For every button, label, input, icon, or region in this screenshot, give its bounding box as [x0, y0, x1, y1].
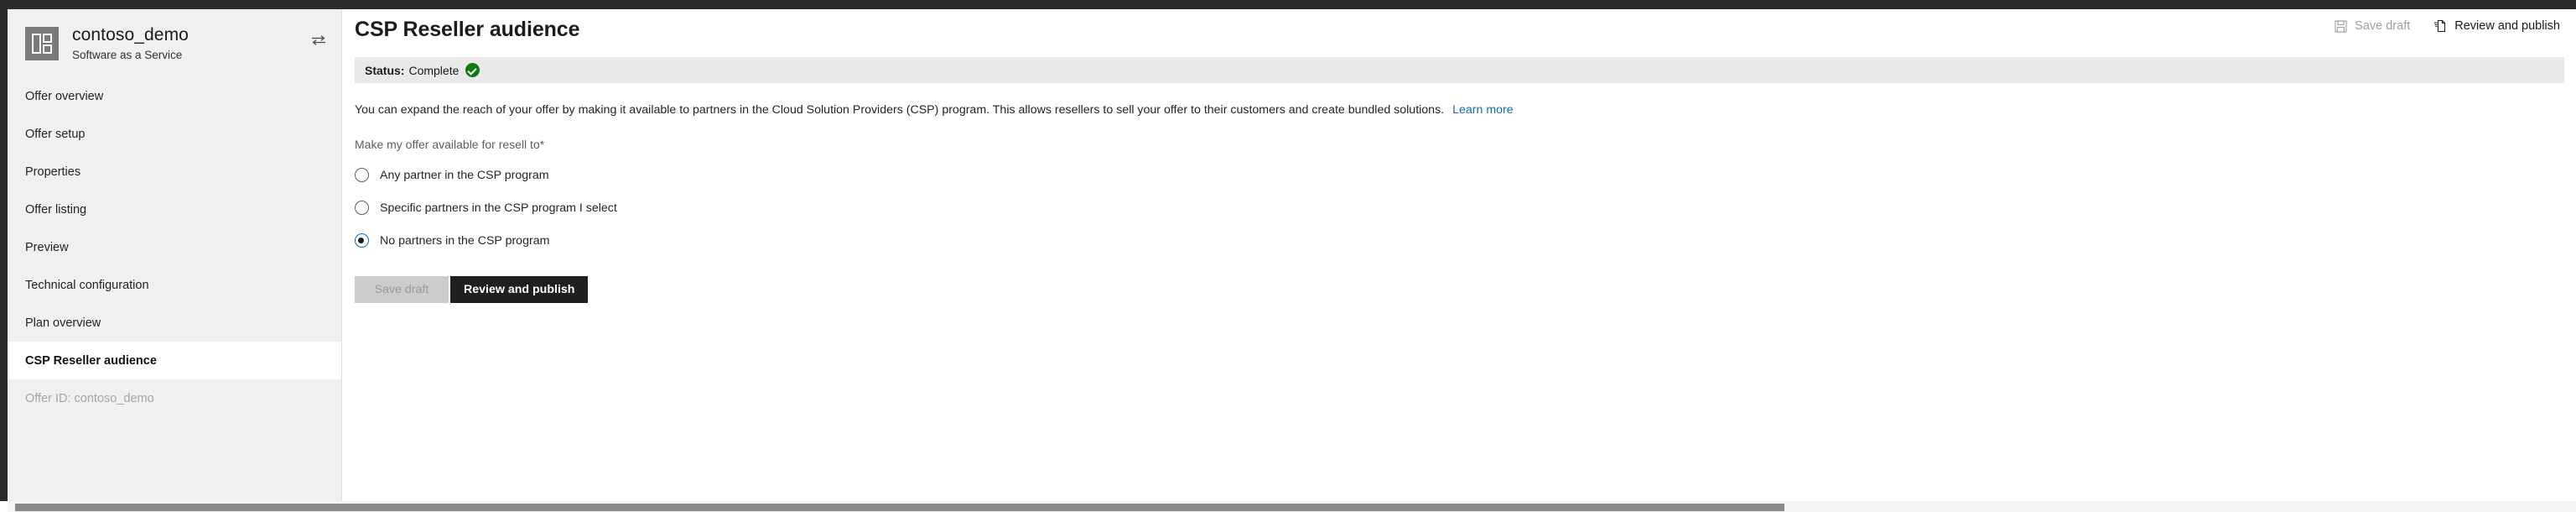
- radio-indicator[interactable]: [355, 168, 369, 183]
- sidebar-item-label: Offer overview: [25, 89, 104, 103]
- sidebar-item-label: Technical configuration: [25, 278, 149, 292]
- sidebar-offer-id: Offer ID: contoso_demo: [25, 391, 154, 405]
- sidebar-item-label: Preview: [25, 240, 69, 254]
- publish-document-icon: [2433, 19, 2447, 33]
- sidebar-item-label: CSP Reseller audience: [25, 353, 157, 368]
- horizontal-scrollbar-thumb[interactable]: [15, 504, 1784, 511]
- sidebar-item-label: Plan overview: [25, 316, 101, 330]
- resell-options-radio-group: Any partner in the CSP program Specific …: [355, 163, 2576, 253]
- status-label: Status:: [365, 63, 405, 77]
- status-value: Complete: [408, 63, 460, 77]
- radio-option-no-partners[interactable]: No partners in the CSP program: [355, 228, 2576, 253]
- sidebar-item-plan-overview[interactable]: Plan overview: [8, 304, 341, 342]
- save-floppy-icon: [2334, 19, 2347, 33]
- save-draft-button[interactable]: Save draft: [355, 276, 449, 304]
- header-save-draft-label: Save draft: [2355, 19, 2411, 33]
- resell-field-label: Make my offer available for resell to*: [355, 138, 545, 152]
- description-text: You can expand the reach of your offer b…: [355, 102, 2576, 118]
- footer-actions: Save draft Review and publish: [355, 276, 2576, 304]
- radio-option-label: No partners in the CSP program: [380, 233, 550, 248]
- sidebar: contoso_demo Software as a Service Offer…: [8, 9, 342, 501]
- sidebar-item-csp-reseller-audience[interactable]: CSP Reseller audience: [8, 342, 341, 379]
- radio-indicator[interactable]: [355, 233, 369, 248]
- brand-text: contoso_demo Software as a Service: [72, 26, 189, 61]
- grid-window-icon: [25, 27, 59, 60]
- radio-indicator[interactable]: [355, 201, 369, 216]
- horizontal-scrollbar-track[interactable]: [8, 501, 2576, 512]
- sidebar-item-offer-overview[interactable]: Offer overview: [8, 77, 341, 115]
- header-review-publish-label: Review and publish: [2454, 19, 2560, 33]
- window-chrome-top: [0, 0, 2576, 9]
- offer-type: Software as a Service: [72, 49, 183, 61]
- sidebar-item-label: Offer setup: [25, 127, 86, 141]
- header-review-publish-button[interactable]: Review and publish: [2433, 19, 2560, 33]
- page-title: CSP Reseller audience: [355, 18, 580, 41]
- swap-arrows-icon[interactable]: [310, 34, 327, 46]
- learn-more-link[interactable]: Learn more: [1452, 103, 1514, 117]
- radio-option-label: Specific partners in the CSP program I s…: [380, 201, 617, 215]
- sidebar-item-properties[interactable]: Properties: [8, 153, 341, 191]
- review-and-publish-button[interactable]: Review and publish: [450, 276, 589, 304]
- sidebar-item-offer-setup[interactable]: Offer setup: [8, 115, 341, 153]
- radio-option-specific-partners[interactable]: Specific partners in the CSP program I s…: [355, 196, 2576, 220]
- green-check-circle-icon: [465, 63, 480, 77]
- sidebar-item-label: Offer listing: [25, 202, 87, 217]
- offer-name: contoso_demo: [72, 25, 189, 44]
- radio-option-any-partner[interactable]: Any partner in the CSP program: [355, 163, 2576, 187]
- main-header: CSP Reseller audience Save draft Review …: [343, 9, 2576, 57]
- header-actions: Save draft Review and publish: [2334, 19, 2560, 33]
- radio-option-label: Any partner in the CSP program: [380, 168, 549, 182]
- main-content: CSP Reseller audience Save draft Review …: [343, 9, 2576, 501]
- window-chrome-left: [0, 0, 8, 501]
- application-window: contoso_demo Software as a Service Offer…: [0, 0, 2576, 512]
- sidebar-nav: Offer overview Offer setup Properties Of…: [8, 77, 341, 417]
- header-save-draft-button[interactable]: Save draft: [2334, 19, 2410, 33]
- brand-header: contoso_demo Software as a Service: [8, 9, 341, 76]
- sidebar-item-preview[interactable]: Preview: [8, 228, 341, 266]
- description-body: You can expand the reach of your offer b…: [355, 103, 1445, 117]
- status-banner: Status: Complete: [355, 57, 2564, 83]
- sidebar-item-technical-configuration[interactable]: Technical configuration: [8, 266, 341, 304]
- sidebar-item-offer-listing[interactable]: Offer listing: [8, 191, 341, 228]
- sidebar-item-label: Properties: [25, 165, 81, 179]
